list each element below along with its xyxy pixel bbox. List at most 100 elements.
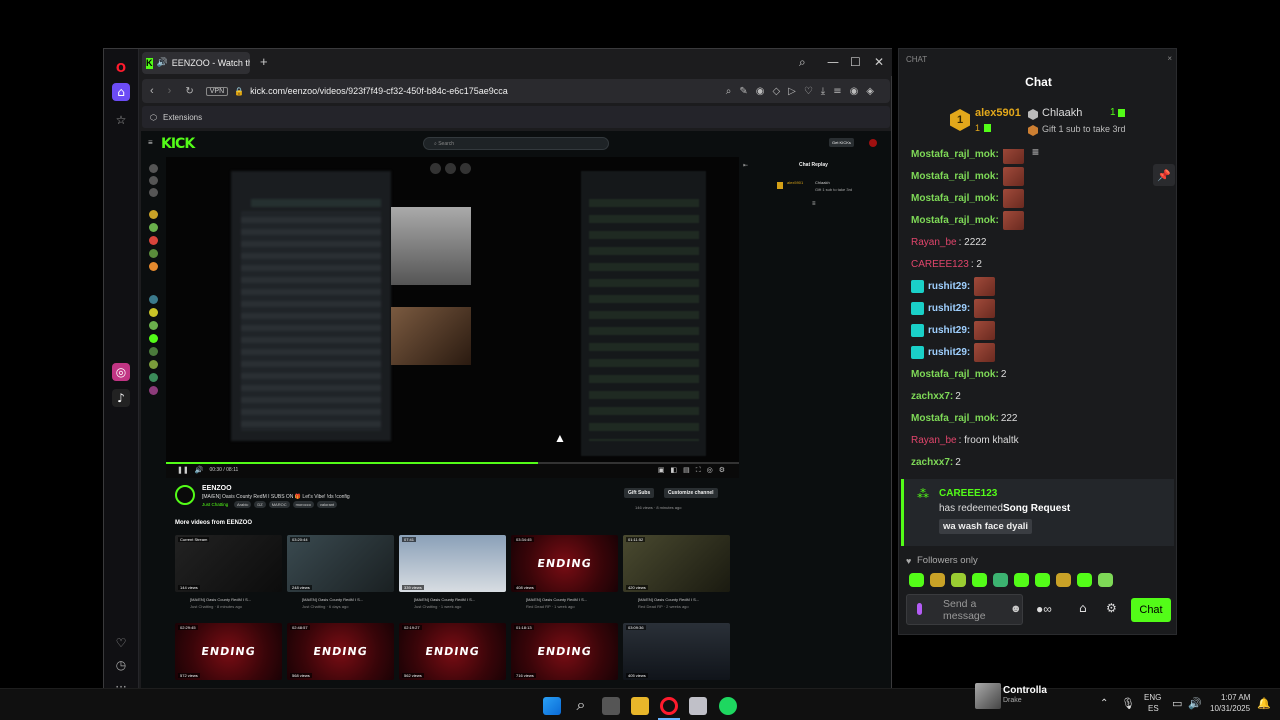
video-player[interactable]: ▲ [166,157,739,462]
search-tabs-icon[interactable]: ⌕ [799,55,806,70]
tag[interactable]: Arabic [234,501,252,508]
category-link[interactable]: Just Chatting [202,502,228,507]
reload-icon[interactable]: ↻ [185,86,193,97]
tag[interactable]: DZ [254,501,266,508]
chat-username[interactable]: Mostafa_rajl_mok: [911,171,999,182]
recommended-channel-avatar[interactable] [149,321,158,330]
recommended-channel-avatar[interactable] [149,308,158,317]
chat-username[interactable]: rushit29: [928,347,970,358]
chat-username[interactable]: CAREEE123 [911,259,969,270]
star-icon[interactable]: ☆ [112,111,130,129]
followed-channel-avatar[interactable] [149,223,158,232]
followed-channel-avatar[interactable] [149,262,158,271]
network-icon[interactable]: ▭ [1172,697,1182,710]
chat-username[interactable]: Rayan_be [911,435,957,446]
gift-subs-button[interactable]: Gift Subs [624,488,655,498]
player-overlay-buttons[interactable] [430,163,474,175]
nav-browse-icon[interactable] [149,176,158,185]
message-input[interactable]: Send a message ☻ [906,594,1023,625]
task-view-icon[interactable] [602,697,620,715]
input-layout[interactable]: ES [1148,704,1159,713]
video-thumbnail[interactable]: 01:11:52 420 views [623,535,730,592]
nav-home-icon[interactable] [149,164,158,173]
opera-gx-icon[interactable] [660,697,678,715]
video-thumbnail[interactable]: 01:18:13 ENDING 716 views [511,623,618,680]
get-kicks-button[interactable]: Get KICKs [829,138,854,147]
video-caption[interactable]: [MA/EN] Oasis County RedM I S... [638,597,699,602]
clock-date[interactable]: 10/31/2025 [1210,704,1250,713]
recommended-channel-avatar[interactable] [149,347,158,356]
mic-icon[interactable] [917,603,922,615]
forward-icon[interactable]: › [168,85,172,97]
notification-bell-icon[interactable]: 🔔 [1257,697,1271,710]
video-thumbnail[interactable]: 07:41 339 views [399,535,506,592]
top-gifter-name[interactable]: alex5901 [975,107,1021,119]
url-field[interactable]: kick.com/eenzoo/videos/923f7f49-cf32-450… [250,86,508,96]
video-thumbnail[interactable]: 03:34:45 ENDING 408 views [511,535,618,592]
tag[interactable]: valorant [316,501,338,508]
tiktok-icon[interactable]: ♪ [112,389,130,407]
toolbar-icons[interactable]: ⌕✎◉◇▷♡⤓≡◉◈ [726,86,882,97]
home-icon[interactable]: ⌂ [112,83,130,101]
chat-username[interactable]: Mostafa_rajl_mok: [911,193,999,204]
video-thumbnail[interactable]: 03:09:36 405 views [623,623,730,680]
video-thumbnail[interactable]: Current Stream 144 views [175,535,282,592]
lock-icon[interactable]: 🔒 [234,87,244,96]
input-language[interactable]: ENG [1144,693,1161,702]
video-thumbnail[interactable]: 02:29:45 ENDING 572 views [175,623,282,680]
snipping-tool-icon[interactable] [689,697,707,715]
second-gifter-name[interactable]: Chlaakh [1042,107,1082,119]
clock-time[interactable]: 1:07 AM [1221,693,1250,702]
followed-channel-avatar[interactable] [149,236,158,245]
chat-username[interactable]: Mostafa_rajl_mok: [911,369,999,380]
chat-username[interactable]: rushit29: [928,303,970,314]
filter-icon[interactable]: ≡ [812,201,816,207]
collapse-icon[interactable]: ⇤ [743,162,748,169]
settings-icon[interactable]: ⚙ [1106,601,1117,615]
microphone-icon[interactable]: 🎙 [1121,697,1135,710]
video-thumbnail[interactable]: 02:19:27 ENDING 562 views [399,623,506,680]
video-caption[interactable]: [MA/EN] Oasis County RedM I S... [302,597,363,602]
video-caption[interactable]: [MA/EN] Oasis County RedM I S... [526,597,587,602]
tag[interactable]: morocco [292,501,314,508]
instagram-icon[interactable]: ◎ [112,363,130,381]
history-icon[interactable]: ◷ [112,656,130,674]
maximize-button[interactable]: ☐ [850,55,861,69]
speaker-icon[interactable]: 🔊 [157,58,168,68]
start-icon[interactable] [543,697,561,715]
send-chat-button[interactable]: Chat [1131,598,1171,622]
heart-icon[interactable]: ♡ [112,634,130,652]
progress-track[interactable] [166,462,739,464]
recommended-channel-avatar[interactable] [149,295,158,304]
nav-following-icon[interactable] [149,188,158,197]
chat-username[interactable]: rushit29: [928,325,970,336]
recommended-channel-avatar[interactable] [149,334,158,343]
chat-username[interactable]: Mostafa_rajl_mok: [911,149,999,160]
opera-logo-icon[interactable]: O [112,59,130,77]
close-button[interactable]: ✕ [874,55,884,69]
customize-channel-button[interactable]: Customize channel [664,488,718,498]
recommended-channel-avatar[interactable] [149,373,158,382]
video-caption[interactable]: [MA/EN] Oasis County RedM I S... [414,597,475,602]
volume-icon[interactable]: 🔊 [1188,697,1202,710]
followed-channel-avatar[interactable] [149,249,158,258]
chat-username[interactable]: zachxx7: [911,391,953,402]
volume-icon[interactable]: 🔊 [195,466,204,474]
spotify-icon[interactable] [719,697,737,715]
emote-quickbar[interactable] [909,573,1149,589]
avatar[interactable] [869,139,877,147]
kick-logo[interactable]: KICK [161,136,195,152]
chat-username[interactable]: Mostafa_rajl_mok: [911,215,999,226]
channel-name[interactable]: EENZOO [202,485,232,492]
search-icon[interactable]: ⌕ [572,697,590,715]
chat-username[interactable]: Mostafa_rajl_mok: [911,413,999,424]
tag[interactable]: MAROC [268,501,290,508]
file-explorer-icon[interactable] [631,697,649,715]
back-icon[interactable]: ‹ [150,85,154,97]
kicks-icon[interactable]: ●∞ [1036,602,1052,616]
emoji-icon[interactable]: ☻ [1010,603,1022,615]
vpn-badge[interactable]: VPN [205,86,229,96]
redeem-user[interactable]: CAREEE123 [939,488,997,499]
pause-icon[interactable]: ❚❚ [177,466,189,474]
video-thumbnail[interactable]: 02:48:57 ENDING 568 views [287,623,394,680]
